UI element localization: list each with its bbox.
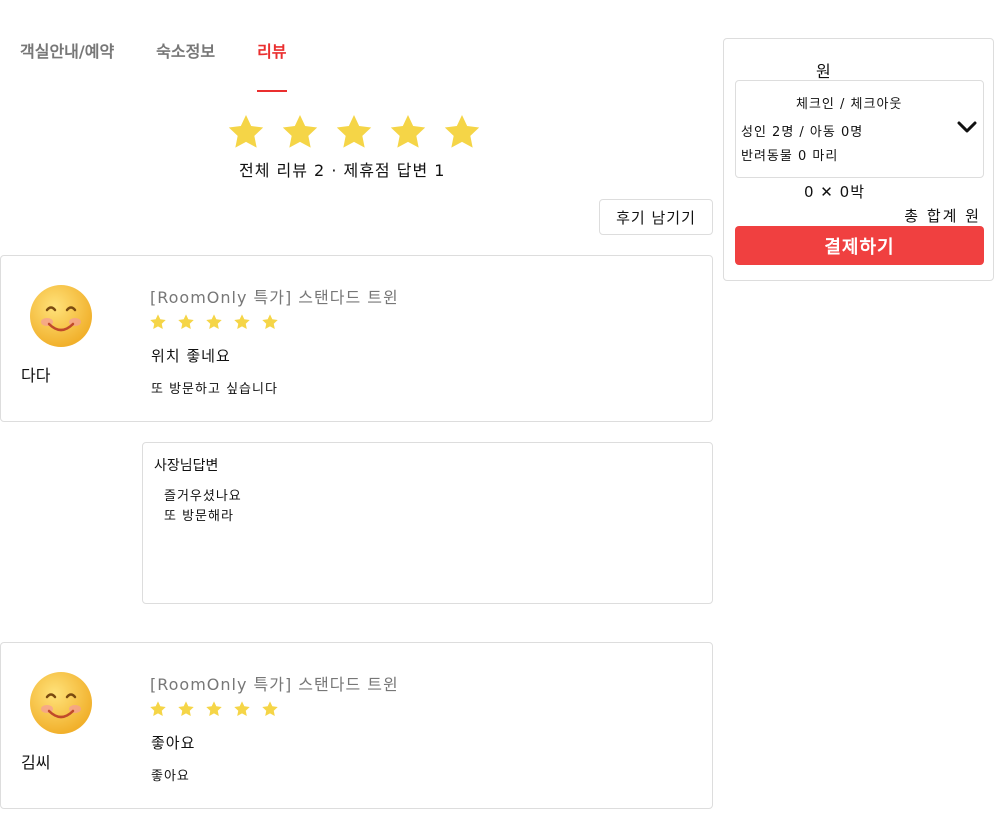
booking-panel: 원 체크인 / 체크아웃 성인 2명 / 아동 0명 반려동물 0 마리 0 ✕… [723,38,994,281]
owner-reply-line: 즐거우셨나요 [164,489,242,504]
review-stars [149,313,279,331]
review-room-type: [RoomOnly 특가] 스탠다드 트윈 [150,288,399,307]
star-icon [206,314,222,330]
owner-reply: 사장님답변 즐거우셨나요 또 방문해라 [142,442,713,604]
star-icon [206,701,222,717]
review-body: 좋아요 [151,769,190,784]
total-price: 총 합계 원 [904,207,981,225]
chevron-down-icon[interactable] [956,119,978,135]
star-icon [282,115,318,148]
star-icon [234,314,250,330]
review-title: 좋아요 [151,734,196,752]
review-author: 김씨 [21,753,51,772]
pet-count: 반려동물 0 마리 [741,149,839,164]
smiley-face-icon [30,285,92,347]
star-icon [228,115,264,148]
review-card: 다다 [RoomOnly 특가] 스탠다드 트윈 위치 좋네요 또 방문하고 싶… [0,255,713,422]
owner-reply-heading: 사장님답변 [154,458,219,474]
star-icon [336,115,372,148]
star-icon [234,701,250,717]
star-icon [150,701,166,717]
tab-room-booking[interactable]: 객실안내/예약 [20,38,114,92]
nights-calculation: 0 ✕ 0박 [804,183,865,201]
tab-bar: 객실안내/예약 숙소정보 리뷰 [20,38,329,92]
write-review-button[interactable]: 후기 남기기 [599,199,713,235]
review-stars [149,700,279,718]
star-icon [150,314,166,330]
star-icon [178,701,194,717]
review-summary: 전체 리뷰 2 · 제휴점 답변 1 [239,161,446,180]
owner-reply-line: 또 방문해라 [164,509,234,524]
booking-options-dropdown[interactable]: 체크인 / 체크아웃 성인 2명 / 아동 0명 반려동물 0 마리 [735,80,984,178]
review-room-type: [RoomOnly 특가] 스탠다드 트윈 [150,675,399,694]
star-icon [444,115,480,148]
star-icon [390,115,426,148]
smiley-face-icon [30,672,92,734]
star-icon [262,701,278,717]
price-label: 원 [816,62,831,81]
pay-button[interactable]: 결제하기 [735,226,984,265]
star-icon [262,314,278,330]
tab-property-info[interactable]: 숙소정보 [156,38,215,92]
checkin-checkout-label[interactable]: 체크인 / 체크아웃 [796,93,902,112]
overall-rating-stars [226,112,482,152]
review-title: 위치 좋네요 [151,347,231,365]
review-author: 다다 [21,366,51,385]
tab-reviews[interactable]: 리뷰 [257,38,287,92]
guest-count: 성인 2명 / 아동 0명 [741,125,864,140]
star-icon [178,314,194,330]
review-card: 김씨 [RoomOnly 특가] 스탠다드 트윈 좋아요 좋아요 [0,642,713,809]
review-body: 또 방문하고 싶습니다 [151,382,278,397]
